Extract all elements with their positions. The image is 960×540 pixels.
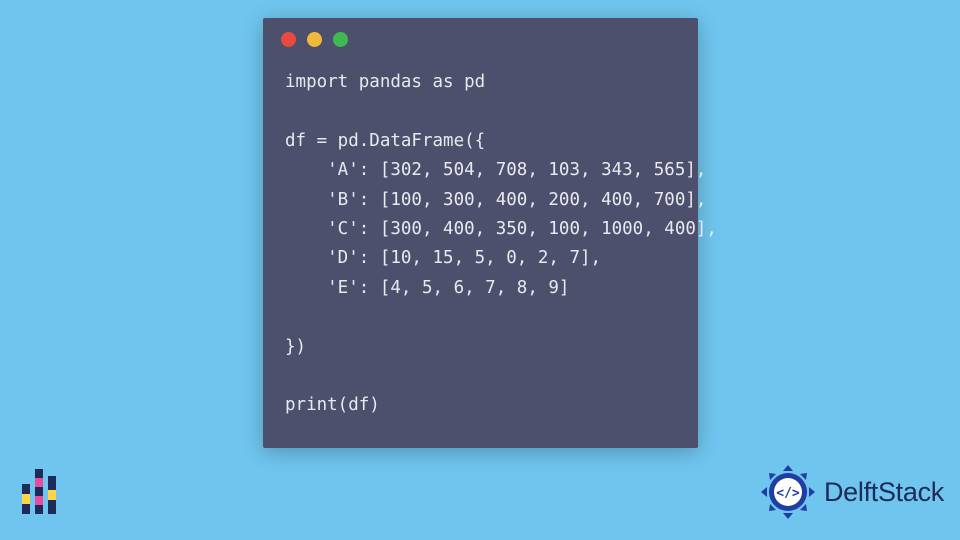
window-title-bar <box>263 18 698 60</box>
code-line: 'C': [300, 400, 350, 100, 1000, 400], <box>285 219 717 239</box>
code-line: import pandas as pd <box>285 72 485 92</box>
svg-text:</>: </> <box>776 486 800 501</box>
close-icon <box>281 32 296 47</box>
code-block: import pandas as pd df = pd.DataFrame({ … <box>263 60 698 441</box>
code-line: 'A': [302, 504, 708, 103, 343, 565], <box>285 160 706 180</box>
maximize-icon <box>333 32 348 47</box>
minimize-icon <box>307 32 322 47</box>
gear-code-icon: </> <box>760 464 816 520</box>
brand-name: DelftStack <box>824 477 944 508</box>
code-line: 'B': [100, 300, 400, 200, 400, 700], <box>285 190 706 210</box>
code-window: import pandas as pd df = pd.DataFrame({ … <box>263 18 698 448</box>
code-line: df = pd.DataFrame({ <box>285 131 485 151</box>
slide-canvas: import pandas as pd df = pd.DataFrame({ … <box>0 0 960 540</box>
bars-logo-icon <box>22 470 56 514</box>
code-line: }) <box>285 337 306 357</box>
code-line: 'E': [4, 5, 6, 7, 8, 9] <box>285 278 569 298</box>
brand-logo: </> DelftStack <box>760 464 944 520</box>
code-line: print(df) <box>285 395 380 415</box>
code-line: 'D': [10, 15, 5, 0, 2, 7], <box>285 248 601 268</box>
